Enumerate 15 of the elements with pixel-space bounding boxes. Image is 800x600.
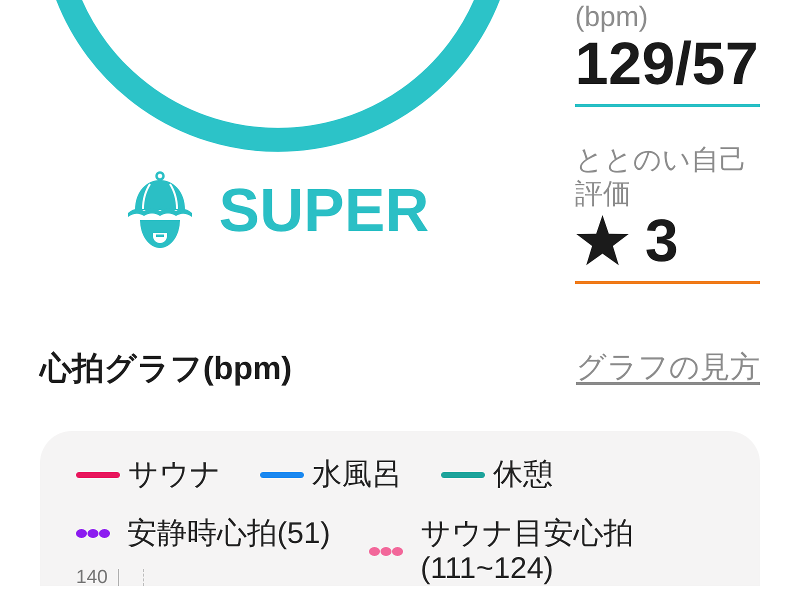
help-link[interactable]: グラフの見方	[576, 348, 760, 388]
axis-tick-label: 140	[76, 569, 108, 586]
hat-face-icon	[126, 171, 193, 249]
stat-label: ととのい自己評価	[575, 143, 748, 211]
stat-value: 3	[645, 211, 678, 271]
rank-label: SUPER	[218, 180, 430, 240]
legend-label: サウナ	[128, 457, 221, 492]
legend-label: サウナ目安心拍(111~124)	[420, 516, 634, 586]
legend-label: 安静時心拍(51)	[127, 516, 330, 551]
legend-label: 水風呂	[312, 457, 402, 492]
stat-value: 129/57	[575, 34, 759, 94]
section-title: 心拍グラフ(bpm)	[40, 349, 292, 388]
stat-label: (bpm)	[575, 0, 650, 34]
legend-label: 休憩	[493, 457, 553, 492]
star-icon	[575, 215, 630, 267]
